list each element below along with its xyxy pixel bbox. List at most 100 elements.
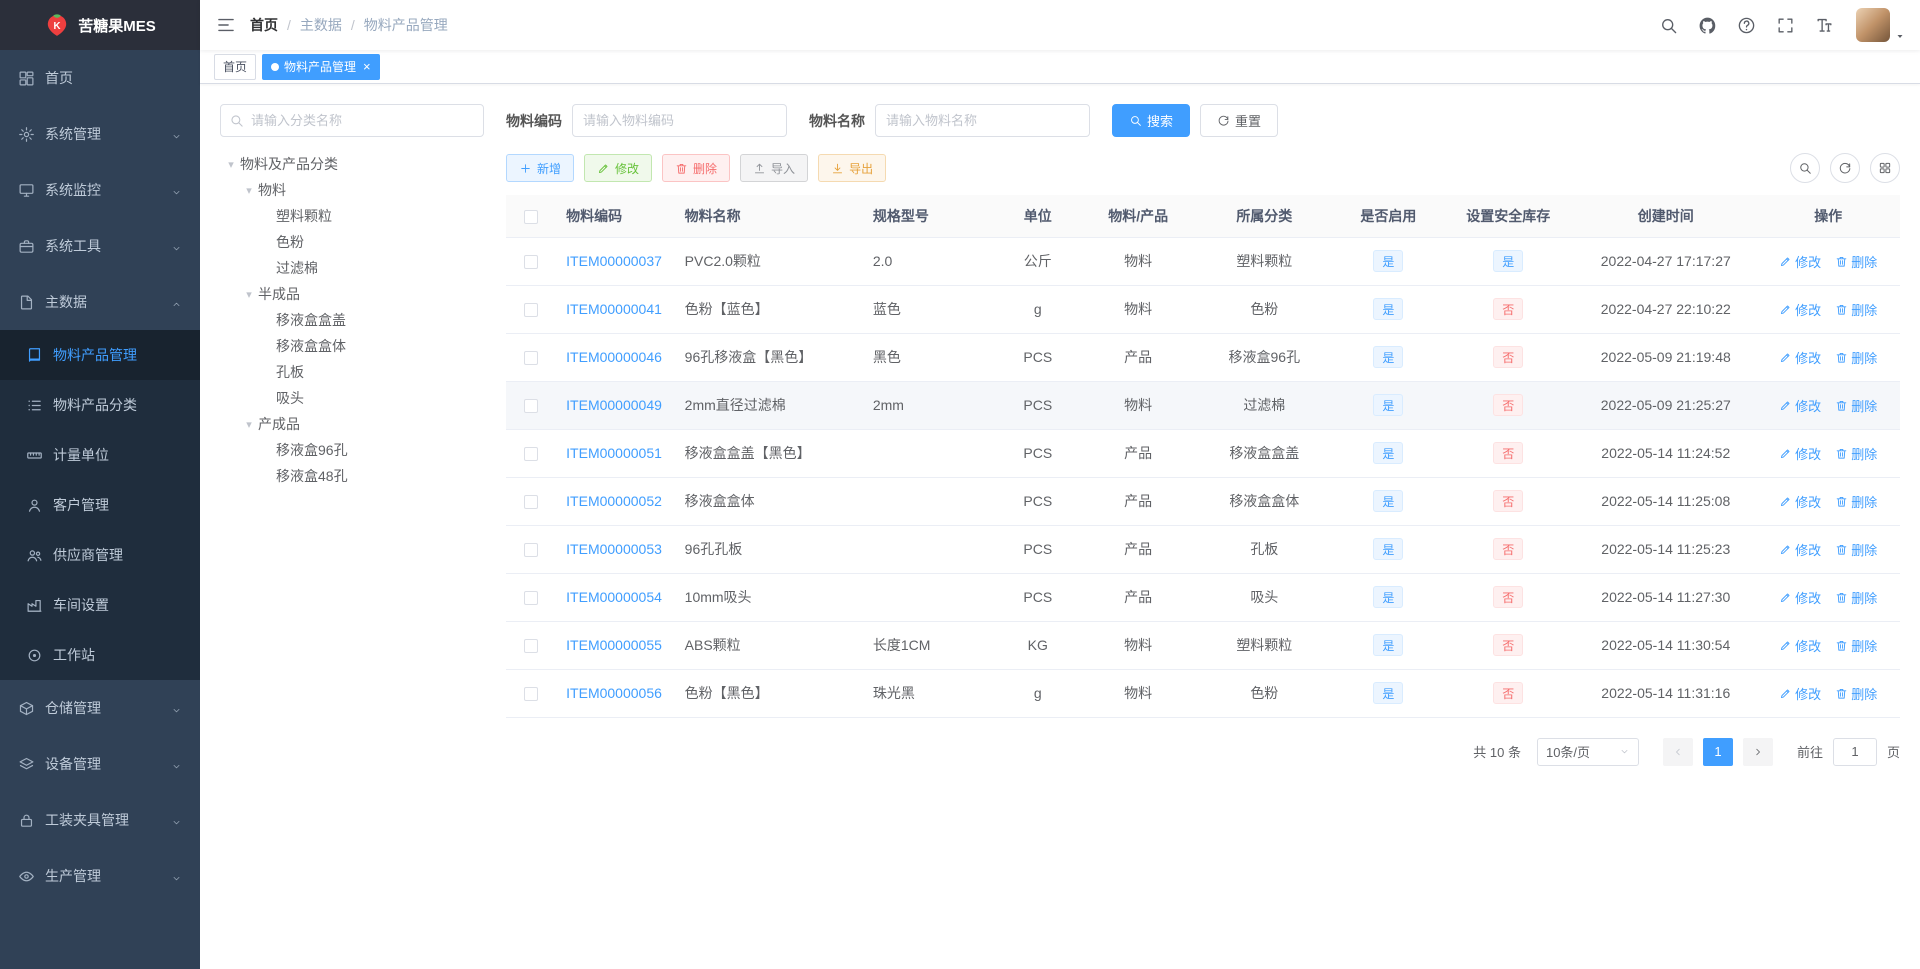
row-edit-link[interactable]: 修改: [1779, 492, 1821, 511]
sidebar-item-measure-unit[interactable]: 计量单位: [0, 430, 200, 480]
tree-node[interactable]: ▾ 产成品: [220, 411, 484, 437]
material-code-link[interactable]: ITEM00000056: [566, 685, 662, 701]
row-delete-link[interactable]: 删除: [1835, 348, 1877, 367]
row-checkbox[interactable]: [524, 255, 539, 270]
filter-input-material-code[interactable]: [572, 104, 787, 137]
sidebar-item-customer-management[interactable]: 客户管理: [0, 480, 200, 530]
material-code-link[interactable]: ITEM00000052: [566, 493, 662, 509]
row-delete-link[interactable]: 删除: [1835, 252, 1877, 271]
material-code-link[interactable]: ITEM00000037: [566, 253, 662, 269]
row-delete-link[interactable]: 删除: [1835, 636, 1877, 655]
search-icon[interactable]: [1659, 16, 1678, 35]
import-button[interactable]: 导入: [740, 154, 809, 182]
reset-button[interactable]: 重置: [1200, 104, 1279, 137]
row-delete-link[interactable]: 删除: [1835, 300, 1877, 319]
row-edit-link[interactable]: 修改: [1779, 348, 1821, 367]
row-delete-link[interactable]: 删除: [1835, 444, 1877, 463]
tree-node[interactable]: ▾ 物料及产品分类: [220, 151, 484, 177]
tree-node[interactable]: 孔板: [220, 359, 484, 385]
material-code-link[interactable]: ITEM00000049: [566, 397, 662, 413]
row-checkbox[interactable]: [524, 351, 539, 366]
row-edit-link[interactable]: 修改: [1779, 444, 1821, 463]
page-size-select[interactable]: 10条/页: [1536, 737, 1639, 766]
material-code-link[interactable]: ITEM00000041: [566, 301, 662, 317]
edit-button[interactable]: 修改: [584, 154, 653, 182]
sidebar-item-material-product-category[interactable]: 物料产品分类: [0, 380, 200, 430]
tab-home[interactable]: 首页: [214, 53, 257, 80]
tree-node[interactable]: 色粉: [220, 229, 484, 255]
github-icon[interactable]: [1698, 16, 1717, 35]
sidebar-item-master-data[interactable]: 主数据: [0, 274, 200, 330]
row-edit-link[interactable]: 修改: [1779, 636, 1821, 655]
sidebar-item-material-product-management[interactable]: 物料产品管理: [0, 330, 200, 380]
sidebar-item-home[interactable]: 首页: [0, 50, 200, 106]
material-code-link[interactable]: ITEM00000051: [566, 445, 662, 461]
row-delete-link[interactable]: 删除: [1835, 396, 1877, 415]
next-page-button[interactable]: [1742, 737, 1773, 766]
add-button[interactable]: 新增: [506, 154, 575, 182]
columns-toggle-button[interactable]: [1870, 153, 1900, 183]
prev-page-button[interactable]: [1662, 737, 1693, 766]
tree-node[interactable]: 塑料颗粒: [220, 203, 484, 229]
row-checkbox[interactable]: [524, 399, 539, 414]
sidebar-item-workshop-settings[interactable]: 车间设置: [0, 580, 200, 630]
row-edit-link[interactable]: 修改: [1779, 684, 1821, 703]
sidebar-item-system-monitor[interactable]: 系统监控: [0, 162, 200, 218]
tree-node[interactable]: 吸头: [220, 385, 484, 411]
row-delete-link[interactable]: 删除: [1835, 684, 1877, 703]
row-checkbox[interactable]: [524, 303, 539, 318]
row-edit-link[interactable]: 修改: [1779, 540, 1821, 559]
page-1-button[interactable]: 1: [1702, 737, 1733, 766]
user-menu[interactable]: [1856, 8, 1906, 42]
material-code-link[interactable]: ITEM00000055: [566, 637, 662, 653]
breadcrumb-item[interactable]: 首页: [250, 15, 278, 35]
sidebar-item-device-management[interactable]: 设备管理: [0, 736, 200, 792]
sidebar-item-system-management[interactable]: 系统管理: [0, 106, 200, 162]
row-delete-link[interactable]: 删除: [1835, 588, 1877, 607]
fullscreen-icon[interactable]: [1776, 16, 1795, 35]
sidebar-item-fixture-management[interactable]: 工装夹具管理: [0, 792, 200, 848]
refresh-toggle-button[interactable]: [1830, 153, 1860, 183]
row-edit-link[interactable]: 修改: [1779, 396, 1821, 415]
tree-node[interactable]: ▾ 半成品: [220, 281, 484, 307]
tab-material-product-management[interactable]: 物料产品管理 ×: [262, 53, 380, 80]
help-icon[interactable]: [1737, 16, 1756, 35]
export-button[interactable]: 导出: [818, 154, 887, 182]
row-checkbox[interactable]: [524, 639, 539, 654]
hamburger-icon[interactable]: [216, 15, 236, 35]
row-checkbox[interactable]: [524, 687, 539, 702]
app-logo[interactable]: K 苦糖果MES: [0, 0, 200, 50]
search-button[interactable]: 搜索: [1112, 104, 1191, 137]
row-delete-link[interactable]: 删除: [1835, 492, 1877, 511]
font-size-icon[interactable]: [1815, 16, 1834, 35]
material-code-link[interactable]: ITEM00000046: [566, 349, 662, 365]
material-code-link[interactable]: ITEM00000054: [566, 589, 662, 605]
tree-node[interactable]: 过滤棉: [220, 255, 484, 281]
row-checkbox[interactable]: [524, 591, 539, 606]
tree-node[interactable]: 移液盒盒盖: [220, 307, 484, 333]
tree-node[interactable]: 移液盒48孔: [220, 463, 484, 489]
search-toggle-button[interactable]: [1790, 153, 1820, 183]
sidebar-item-workstation[interactable]: 工作站: [0, 630, 200, 680]
tree-node[interactable]: 移液盒96孔: [220, 437, 484, 463]
row-delete-link[interactable]: 删除: [1835, 540, 1877, 559]
filter-input-material-name[interactable]: [875, 104, 1090, 137]
row-checkbox[interactable]: [524, 447, 539, 462]
goto-page-input[interactable]: [1832, 737, 1877, 766]
sidebar-item-system-tools[interactable]: 系统工具: [0, 218, 200, 274]
close-icon[interactable]: ×: [363, 60, 371, 73]
sidebar-item-warehouse-management[interactable]: 仓储管理: [0, 680, 200, 736]
tree-node[interactable]: 移液盒盒体: [220, 333, 484, 359]
delete-button[interactable]: 删除: [662, 154, 731, 182]
select-all-checkbox[interactable]: [524, 209, 539, 224]
sidebar-item-production-management[interactable]: 生产管理: [0, 848, 200, 904]
sidebar-item-supplier-management[interactable]: 供应商管理: [0, 530, 200, 580]
row-edit-link[interactable]: 修改: [1779, 252, 1821, 271]
row-checkbox[interactable]: [524, 543, 539, 558]
material-code-link[interactable]: ITEM00000053: [566, 541, 662, 557]
avatar[interactable]: [1856, 8, 1890, 42]
row-edit-link[interactable]: 修改: [1779, 588, 1821, 607]
tree-node[interactable]: ▾ 物料: [220, 177, 484, 203]
row-edit-link[interactable]: 修改: [1779, 300, 1821, 319]
category-search-input[interactable]: [220, 104, 484, 137]
